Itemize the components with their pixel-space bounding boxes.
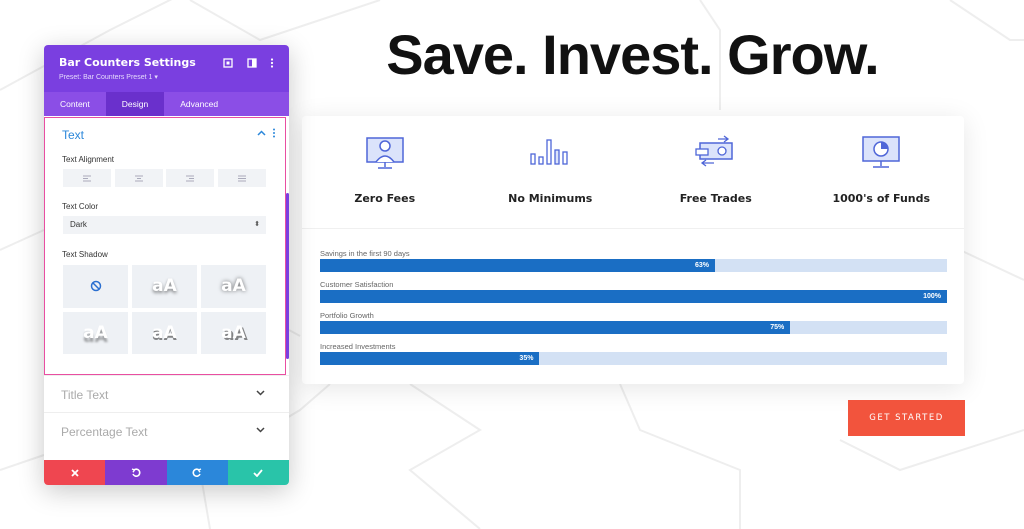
percentage-text-section[interactable]: Percentage Text bbox=[44, 412, 289, 450]
align-center-button[interactable] bbox=[114, 169, 163, 187]
pie-chart-monitor-icon bbox=[862, 136, 900, 168]
select-arrows-icon: ⬍ bbox=[254, 221, 260, 228]
bar-fill: 35% bbox=[320, 352, 540, 365]
bar-track: 35% bbox=[320, 352, 947, 365]
chevron-down-icon bbox=[256, 390, 265, 396]
redo-button[interactable] bbox=[166, 460, 228, 485]
text-alignment-options bbox=[63, 169, 266, 187]
text-color-label: Text Color bbox=[62, 202, 99, 211]
redo-icon bbox=[192, 467, 202, 477]
panel-scrollbar[interactable] bbox=[286, 193, 289, 359]
align-center-icon bbox=[134, 175, 143, 181]
bar-track: 100% bbox=[320, 290, 947, 303]
shadow-preset-3[interactable]: aA bbox=[63, 311, 128, 354]
panel-tabs: Content Design Advanced bbox=[44, 92, 289, 116]
bar-title: Savings in the first 90 days bbox=[320, 249, 410, 258]
bar-counter: Portfolio Growth 75% bbox=[320, 311, 947, 342]
shadow-preset-4[interactable]: aA bbox=[132, 311, 197, 354]
bar-counter: Increased Investments 35% bbox=[320, 342, 947, 373]
text-shadow-options: aA aA aA aA aA bbox=[63, 265, 266, 354]
bar-fill: 63% bbox=[320, 259, 715, 272]
align-justify-icon bbox=[237, 175, 246, 181]
chevron-up-icon[interactable] bbox=[257, 130, 266, 136]
tab-content[interactable]: Content bbox=[44, 92, 106, 116]
feature-zero-fees: Zero Fees bbox=[302, 116, 468, 226]
align-left-icon bbox=[83, 175, 91, 181]
feature-label: Free Trades bbox=[679, 192, 752, 205]
shadow-preset-5[interactable]: aA bbox=[201, 311, 266, 354]
align-right-button[interactable] bbox=[166, 169, 215, 187]
tab-design[interactable]: Design bbox=[105, 92, 165, 116]
text-color-select[interactable]: Dark ⬍ bbox=[63, 216, 266, 234]
bar-counters-card: Zero Fees No Minimums Free Trades 1000's… bbox=[302, 116, 964, 384]
close-icon bbox=[70, 468, 79, 477]
chevron-down-icon bbox=[256, 427, 265, 433]
bar-counters: Savings in the first 90 days 63% Custome… bbox=[320, 249, 947, 373]
undo-icon bbox=[131, 467, 141, 477]
bar-counter: Savings in the first 90 days 63% bbox=[320, 249, 947, 280]
feature-row: Zero Fees No Minimums Free Trades 1000's… bbox=[302, 116, 964, 226]
text-shadow-label: Text Shadow bbox=[62, 250, 108, 259]
no-shadow-icon bbox=[90, 281, 101, 292]
title-text-section[interactable]: Title Text bbox=[44, 375, 289, 413]
monitor-user-icon bbox=[366, 137, 404, 169]
discard-button[interactable] bbox=[44, 460, 106, 485]
more-options-icon[interactable] bbox=[265, 56, 279, 70]
section-title[interactable]: Text bbox=[62, 128, 84, 142]
bar-counter: Customer Satisfaction 100% bbox=[320, 280, 947, 311]
bar-track: 63% bbox=[320, 259, 947, 272]
feature-label: 1000's of Funds bbox=[832, 192, 931, 205]
split-view-icon[interactable] bbox=[245, 56, 259, 70]
bar-title: Customer Satisfaction bbox=[320, 280, 394, 289]
bar-track: 75% bbox=[320, 321, 947, 334]
card-divider bbox=[302, 228, 964, 229]
panel-title: Bar Counters Settings bbox=[59, 56, 196, 69]
preset-selector[interactable]: Preset: Bar Counters Preset 1 ▾ bbox=[59, 73, 158, 81]
checkmark-icon bbox=[253, 468, 264, 477]
text-section: Text Text Alignment Text Color Dark ⬍ Te… bbox=[44, 117, 286, 375]
money-exchange-icon bbox=[695, 135, 733, 167]
shadow-preset-1[interactable]: aA bbox=[132, 265, 197, 308]
shadow-none-option[interactable] bbox=[63, 265, 128, 308]
feature-label: Zero Fees bbox=[354, 192, 416, 205]
align-left-button[interactable] bbox=[63, 169, 111, 187]
bar-title: Portfolio Growth bbox=[320, 311, 374, 320]
undo-button[interactable] bbox=[105, 460, 167, 485]
bar-percent: 75% bbox=[770, 324, 785, 331]
feature-no-minimums: No Minimums bbox=[468, 116, 634, 226]
shadow-preset-2[interactable]: aA bbox=[201, 265, 266, 308]
bar-percent: 35% bbox=[519, 355, 534, 362]
bar-percent: 100% bbox=[923, 293, 941, 300]
section-title: Title Text bbox=[61, 388, 109, 402]
settings-panel: Bar Counters Settings Preset: Bar Counte… bbox=[44, 45, 289, 485]
bar-percent: 63% bbox=[694, 262, 709, 269]
text-color-value: Dark bbox=[70, 220, 87, 229]
get-started-button[interactable]: GET STARTED bbox=[848, 400, 965, 436]
panel-header: Bar Counters Settings Preset: Bar Counte… bbox=[44, 45, 289, 92]
tab-advanced[interactable]: Advanced bbox=[164, 92, 234, 116]
section-options-icon[interactable] bbox=[272, 128, 276, 138]
feature-funds: 1000's of Funds bbox=[799, 116, 965, 226]
bar-title: Increased Investments bbox=[320, 342, 396, 351]
page-headline: Save. Invest. Grow. bbox=[386, 23, 879, 86]
bar-fill: 75% bbox=[320, 321, 791, 334]
feature-free-trades: Free Trades bbox=[633, 116, 799, 226]
align-right-icon bbox=[186, 175, 195, 181]
align-justify-button[interactable] bbox=[217, 169, 266, 187]
save-button[interactable] bbox=[227, 460, 289, 485]
section-title: Percentage Text bbox=[61, 425, 148, 439]
panel-footer bbox=[44, 460, 289, 485]
text-alignment-label: Text Alignment bbox=[62, 155, 115, 164]
feature-label: No Minimums bbox=[508, 192, 593, 205]
fullscreen-icon[interactable] bbox=[221, 56, 235, 70]
bar-fill: 100% bbox=[320, 290, 947, 303]
bar-chart-icon bbox=[530, 139, 568, 165]
